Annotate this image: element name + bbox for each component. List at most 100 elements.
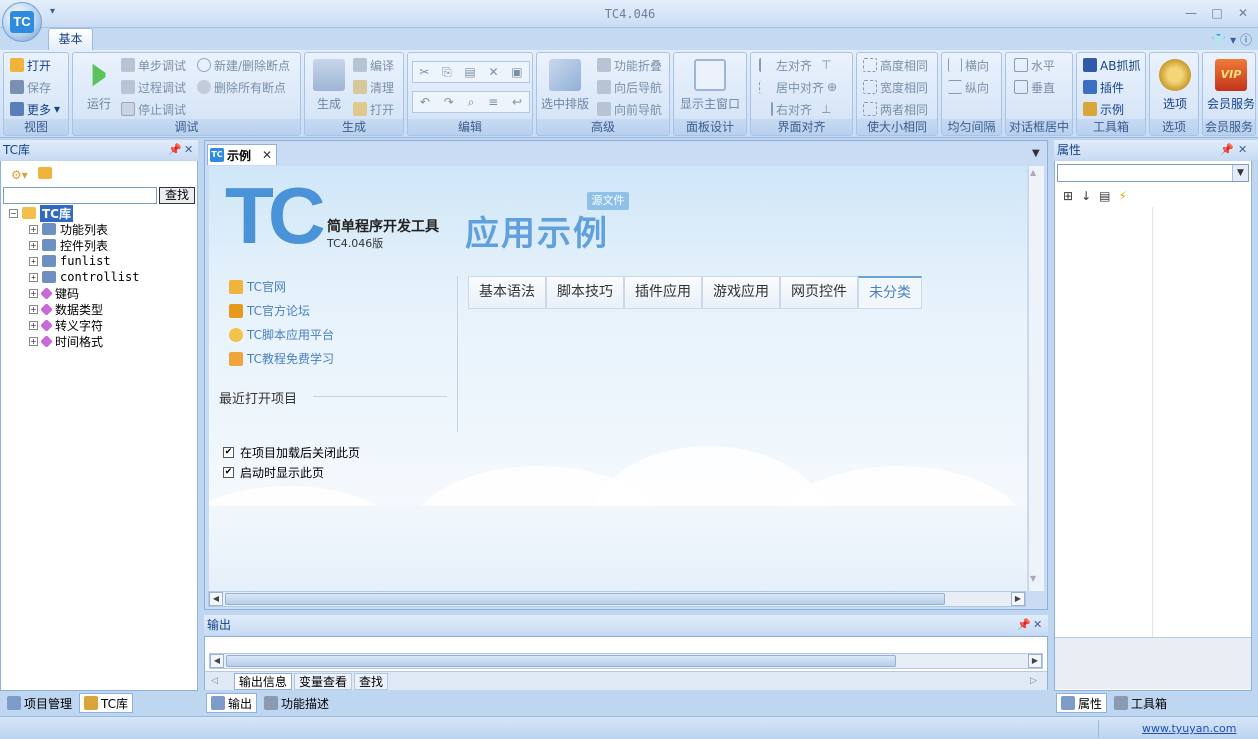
app-menu-button[interactable]: TC <box>2 2 42 42</box>
category-tab[interactable]: 插件应用 <box>624 276 702 309</box>
scroll-up-icon[interactable]: ▲ <box>1030 168 1036 177</box>
save-button[interactable]: 保存 <box>10 77 51 97</box>
scroll-left-icon[interactable]: ◀ <box>210 654 224 668</box>
doc-horizontal-scrollbar[interactable] <box>208 591 1026 607</box>
fold-button[interactable]: 功能折叠 <box>597 55 662 75</box>
center-horizontal-button[interactable]: 水平 <box>1014 55 1055 75</box>
close-panel-icon[interactable]: ✕ <box>1238 143 1247 156</box>
align-middle-icon[interactable]: ⊕ <box>827 80 837 94</box>
scroll-thumb[interactable] <box>225 593 945 605</box>
tree-item[interactable]: + controllist <box>29 269 139 285</box>
minimize-button[interactable]: — <box>1184 6 1198 20</box>
tabs-right-icon[interactable]: ▷ <box>1030 676 1037 686</box>
pin-icon[interactable]: 📌 <box>1017 618 1031 631</box>
align-left-button[interactable]: 左对齐 ⊤ <box>759 55 831 75</box>
example-button[interactable]: 示例 <box>1083 99 1124 119</box>
expand-icon[interactable]: + <box>29 240 38 250</box>
undo-icon[interactable]: ↶ <box>420 95 430 109</box>
maximize-button[interactable]: □ <box>1210 6 1224 20</box>
tab-variables[interactable]: 变量查看 <box>293 672 352 690</box>
folder-icon[interactable] <box>37 167 52 179</box>
tree-item[interactable]: + 功能列表 <box>29 221 108 237</box>
pin-icon[interactable]: 📌 <box>168 143 182 156</box>
pin-icon[interactable]: 📌 <box>1220 143 1234 156</box>
tab-output-info[interactable]: 输出信息 <box>233 672 292 690</box>
copy-icon[interactable]: ⎘ <box>442 65 452 80</box>
stop-debug-button[interactable]: 停止调试 <box>121 99 186 119</box>
comment-icon[interactable]: ↩ <box>512 95 522 109</box>
delete-icon[interactable]: ✕ <box>488 65 498 79</box>
category-icon[interactable]: ⚙▾ <box>11 168 28 182</box>
tab-list-dropdown-icon[interactable]: ▼ <box>1032 148 1040 159</box>
align-top-icon[interactable]: ⊤ <box>821 58 831 72</box>
tab-basic[interactable]: 基本 <box>48 28 93 50</box>
dropdown-arrow-icon[interactable]: ▼ <box>1232 165 1248 181</box>
close-after-load-checkbox[interactable]: ✔ 在项目加载后关闭此页 <box>223 444 360 461</box>
align-center-button[interactable]: 居中对齐 ⊕ <box>759 77 837 97</box>
plugin-button[interactable]: 插件 <box>1083 77 1124 97</box>
link-forum[interactable]: TC官方论坛 <box>229 302 310 319</box>
lib-search-button[interactable]: 查找 <box>159 187 195 204</box>
member-service-button[interactable]: VIP 会员服务 <box>1207 59 1255 112</box>
lib-search-input[interactable] <box>3 187 157 204</box>
sort-alpha-icon[interactable]: ↓ <box>1081 189 1091 203</box>
expand-icon[interactable]: + <box>29 272 38 282</box>
category-tab-selected[interactable]: 未分类 <box>858 276 922 309</box>
tree-item[interactable]: + funlist <box>29 253 111 269</box>
tab-tc-lib[interactable]: TC库 <box>79 693 134 713</box>
align-bottom-icon[interactable]: ⊥ <box>821 102 831 116</box>
delete-breakpoints-button[interactable]: 删除所有断点 <box>197 77 286 97</box>
build-button[interactable]: 生成 <box>313 59 345 112</box>
expand-icon[interactable]: + <box>29 336 38 346</box>
indent-icon[interactable]: ≡ <box>488 95 498 109</box>
run-button[interactable]: 运行 <box>83 59 115 112</box>
expand-icon[interactable]: + <box>29 288 38 298</box>
same-both-button[interactable]: 两者相同 <box>863 99 928 119</box>
align-right-button[interactable]: 右对齐 ⊥ <box>759 99 831 119</box>
expand-icon[interactable]: + <box>29 320 38 330</box>
collapse-icon[interactable]: − <box>9 208 18 218</box>
close-button[interactable]: ✕ <box>1236 6 1250 20</box>
open-button[interactable]: 打开 <box>10 55 51 75</box>
more-button[interactable]: 更多 ▾ <box>10 99 60 119</box>
properties-icon[interactable]: ▤ <box>1099 189 1110 203</box>
select-layout-button[interactable]: 选中排版 <box>541 59 589 112</box>
step-debug-button[interactable]: 单步调试 <box>121 55 186 75</box>
tab-toolbox[interactable]: 工具箱 <box>1109 693 1172 713</box>
compile-button[interactable]: 编译 <box>353 55 394 75</box>
toggle-breakpoint-button[interactable]: 新建/删除断点 <box>197 55 290 75</box>
options-button[interactable]: 选项 <box>1159 59 1191 112</box>
website-link[interactable]: www.tyuyan.com <box>1142 722 1236 735</box>
scroll-down-icon[interactable]: ▼ <box>1030 574 1036 583</box>
cut-icon[interactable]: ✂ <box>419 65 429 79</box>
tree-item[interactable]: + 控件列表 <box>29 237 108 253</box>
close-panel-icon[interactable]: ✕ <box>1033 618 1042 631</box>
category-tab[interactable]: 基本语法 <box>468 276 546 309</box>
find-icon[interactable]: ⌕ <box>468 95 475 110</box>
open-folder-button[interactable]: 打开 <box>353 99 394 119</box>
proc-debug-button[interactable]: 过程调试 <box>121 77 186 97</box>
checkbox-checked-icon[interactable]: ✔ <box>223 447 234 458</box>
show-on-startup-checkbox[interactable]: ✔ 启动时显示此页 <box>223 464 324 481</box>
link-tutorial[interactable]: TC教程免费学习 <box>229 350 334 367</box>
output-horizontal-scrollbar[interactable] <box>209 653 1043 669</box>
events-icon[interactable]: ⚡ <box>1118 189 1126 203</box>
tree-item[interactable]: + 数据类型 <box>29 301 103 317</box>
help-icon[interactable]: 👕 ▾ ⓘ <box>1211 31 1252 48</box>
expand-icon[interactable]: + <box>29 224 38 234</box>
doc-vertical-scrollbar[interactable]: ▲ ▼ <box>1028 166 1044 591</box>
clean-button[interactable]: 清理 <box>353 77 394 97</box>
tab-function-desc[interactable]: 功能描述 <box>259 693 334 713</box>
same-width-button[interactable]: 宽度相同 <box>863 77 928 97</box>
tree-root[interactable]: − TC库 <box>9 204 73 222</box>
categorized-icon[interactable]: ⊞ <box>1063 189 1073 203</box>
paste-icon[interactable]: ▤ <box>464 65 475 79</box>
checkbox-checked-icon[interactable]: ✔ <box>223 467 234 478</box>
show-main-window-button[interactable]: 显示主窗口 <box>680 59 740 112</box>
scroll-left-icon[interactable]: ◀ <box>209 592 223 606</box>
space-horizontal-button[interactable]: 横向 <box>948 55 989 75</box>
nav-back-button[interactable]: 向后导航 <box>597 77 662 97</box>
ab-grab-button[interactable]: AB抓抓 <box>1083 55 1140 75</box>
expand-icon[interactable]: + <box>29 304 38 314</box>
tab-properties[interactable]: 属性 <box>1056 693 1108 713</box>
